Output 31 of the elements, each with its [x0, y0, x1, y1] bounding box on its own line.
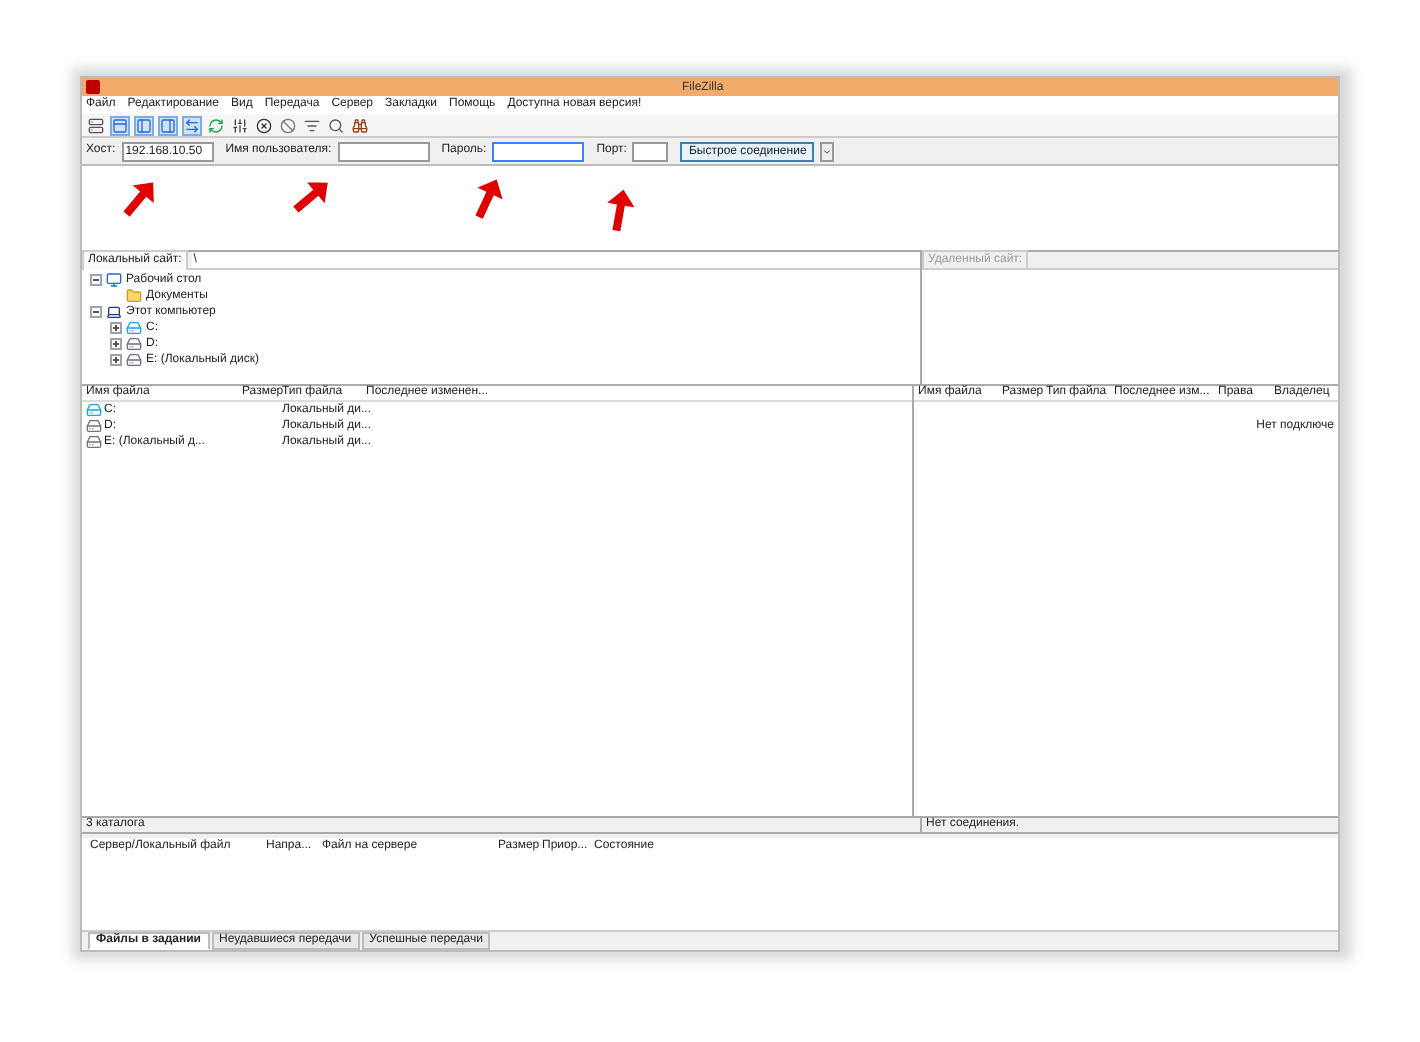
toolbar-button[interactable]: [350, 115, 370, 135]
panel-left-icon: [136, 117, 152, 133]
port-field[interactable]: [632, 141, 669, 161]
panel-top-icon: [112, 117, 128, 133]
panel-right-icon: [160, 117, 176, 133]
monitor-icon: [106, 272, 122, 288]
server-icon: [88, 117, 104, 133]
stop-icon: [280, 117, 296, 133]
toolbar-button[interactable]: [230, 115, 250, 135]
username-field[interactable]: [337, 141, 430, 161]
caret-icon: [822, 145, 833, 157]
laptop-icon: [106, 304, 122, 320]
sliders-icon: [232, 117, 248, 133]
toolbar-button[interactable]: [86, 115, 106, 135]
refresh-icon: [208, 117, 224, 133]
filter-icon: [304, 117, 320, 133]
expand-toggle[interactable]: [110, 338, 122, 350]
toolbar-button[interactable]: [302, 115, 322, 135]
expand-toggle[interactable]: [110, 322, 122, 334]
toolbar-button[interactable]: [254, 115, 274, 135]
app-logo-icon: [86, 80, 100, 94]
expand-toggle[interactable]: [110, 354, 122, 366]
folder-icon: [126, 288, 142, 304]
collapse-toggle[interactable]: [90, 306, 102, 318]
cancel-icon: [256, 117, 272, 133]
password-field[interactable]: [492, 141, 585, 161]
arrows-icon: [184, 117, 200, 133]
binoculars-icon: [352, 117, 368, 133]
search-icon: [328, 117, 344, 133]
collapse-toggle[interactable]: [90, 274, 102, 286]
toolbar-button[interactable]: [326, 115, 346, 135]
